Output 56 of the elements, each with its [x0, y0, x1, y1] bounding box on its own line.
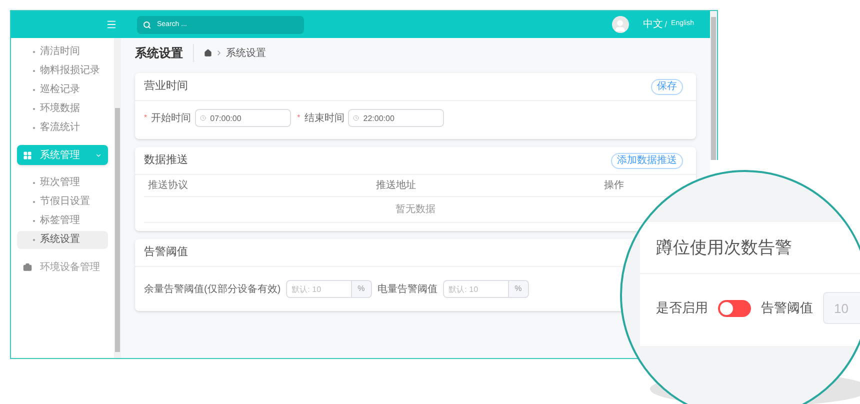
field-label: 结束时间 — [304, 112, 344, 126]
empty-text: 暂无数据 — [396, 202, 436, 217]
clock-icon — [353, 115, 360, 121]
sidebar-item[interactable]: 环境数据 — [17, 100, 108, 118]
scrollbar-thumb[interactable] — [711, 17, 716, 160]
grid-icon — [23, 150, 32, 160]
column-header: 推送协议 — [148, 178, 189, 193]
sidebar-group-item[interactable]: 系统管理 — [17, 145, 108, 165]
breadcrumb-item: 系统设置 — [226, 46, 266, 60]
sidebar-item[interactable]: 节假日设置 — [17, 192, 108, 210]
home-icon[interactable] — [204, 49, 212, 57]
user-icon — [613, 19, 628, 33]
unit-addon: % — [508, 280, 529, 298]
outline-button[interactable]: 添加数据推送 — [611, 152, 683, 168]
required-mark: * — [297, 112, 300, 124]
separator-text: / — [664, 18, 668, 30]
field-label: 是否启用 — [656, 299, 708, 318]
clock-icon — [200, 115, 206, 121]
sidebar-item[interactable]: 巡检记录 — [17, 80, 108, 98]
field-label: 开始时间 — [151, 112, 192, 126]
avatar[interactable] — [612, 16, 629, 33]
scrollbar[interactable] — [114, 38, 121, 358]
scrollbar[interactable] — [710, 10, 718, 160]
toggle-switch[interactable] — [718, 300, 751, 316]
toggle-knob — [720, 302, 733, 314]
scrollbar-thumb[interactable] — [115, 108, 120, 352]
number-field[interactable]: 默认: 10 — [286, 280, 352, 298]
sidebar-item[interactable]: 客流统计 — [17, 118, 108, 136]
sidebar-item[interactable]: 标签管理 — [17, 212, 108, 230]
search-icon — [143, 20, 151, 28]
sidebar-item[interactable]: 清洁时间 — [17, 42, 108, 60]
field-label: 告警阈值 — [761, 299, 813, 318]
required-mark: * — [144, 112, 148, 124]
menu-icon[interactable] — [106, 19, 117, 30]
field-label: 余量告警阈值(仅部分设备有效) — [144, 282, 281, 296]
time-field[interactable]: 22:00:00 — [348, 109, 444, 127]
unit-addon: % — [352, 280, 372, 298]
sidebar-item[interactable]: 系统设置 — [17, 230, 108, 248]
sidebar-item[interactable]: 物料报损记录 — [17, 62, 108, 80]
card-title: 蹲位使用次数告警 — [656, 236, 792, 259]
number-field[interactable]: 默认: 10 — [442, 280, 509, 298]
card-title: 数据推送 — [144, 153, 188, 168]
card-title: 营业时间 — [144, 79, 188, 94]
card-title: 告警阈值 — [144, 244, 188, 260]
briefcase-icon — [23, 262, 32, 272]
column-header: 推送地址 — [376, 178, 417, 193]
column-header: 操作 — [604, 179, 625, 193]
chevron-icon — [215, 49, 223, 57]
time-field[interactable]: 07:00:00 — [195, 109, 292, 127]
caret-icon — [95, 152, 102, 158]
field-label: 电量告警阈值 — [378, 282, 438, 296]
sidebar-item[interactable]: 班次管理 — [17, 174, 108, 192]
language-link[interactable]: 中文 — [642, 17, 663, 32]
outline-button[interactable]: 保存 — [651, 78, 683, 94]
page-title: 系统设置 — [135, 44, 194, 62]
sidebar-group-item[interactable]: 环境设备管理 — [17, 257, 108, 277]
